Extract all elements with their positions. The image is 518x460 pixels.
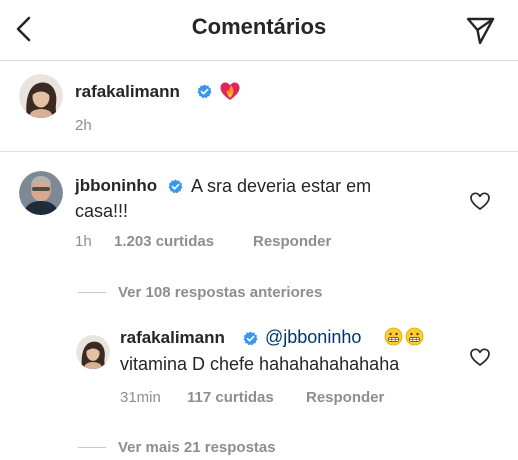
reply-button[interactable]: Responder <box>306 389 384 406</box>
paper-plane-icon <box>466 17 495 45</box>
like-heart-icon[interactable] <box>469 346 491 368</box>
avatar-rafakalimann <box>19 74 63 118</box>
caption-divider <box>0 151 518 152</box>
caption-username[interactable]: rafakalimann <box>75 82 180 102</box>
grimacing-face-emoji <box>405 327 424 346</box>
heart-on-fire-emoji <box>220 82 240 100</box>
comment-username[interactable]: jbboninho <box>75 176 157 195</box>
comment-text-line1: A sra deveria estar em <box>191 176 372 196</box>
reply-emojis <box>382 327 424 348</box>
view-more-replies-button[interactable]: Ver mais 21 respostas <box>118 439 276 456</box>
verified-badge-icon <box>243 331 258 346</box>
avatar-jbboninho <box>19 171 63 215</box>
like-heart-icon[interactable] <box>469 190 491 212</box>
avatar[interactable] <box>76 335 110 369</box>
mention-link[interactable]: @jbboninho <box>265 325 361 349</box>
replies-line <box>78 292 106 293</box>
comment-text-line2: casa!!! <box>75 201 129 221</box>
top-bar: Comentários <box>0 0 518 60</box>
reply-text: vitamina D chefe hahahahahahaha <box>120 354 400 374</box>
comment-time: 1h <box>75 233 92 250</box>
view-previous-replies-button[interactable]: Ver 108 respostas anteriores <box>118 284 322 301</box>
replies-line <box>78 447 106 448</box>
avatar-rafakalimann <box>76 335 110 369</box>
reply-username[interactable]: rafakalimann <box>120 328 225 348</box>
verified-badge-icon <box>197 84 212 99</box>
verified-badge-icon <box>168 179 183 194</box>
caption-time: 2h <box>75 117 92 134</box>
comment-likes[interactable]: 1.203 curtidas <box>114 233 214 250</box>
reply-button[interactable]: Responder <box>253 233 331 250</box>
grimacing-face-emoji <box>384 327 403 346</box>
share-button[interactable] <box>463 13 497 47</box>
avatar[interactable] <box>19 171 63 215</box>
header-divider <box>0 60 518 61</box>
avatar[interactable] <box>19 74 63 118</box>
reply-time: 31min <box>120 389 161 406</box>
reply-likes[interactable]: 117 curtidas <box>187 389 274 406</box>
page-title: Comentários <box>191 14 327 39</box>
